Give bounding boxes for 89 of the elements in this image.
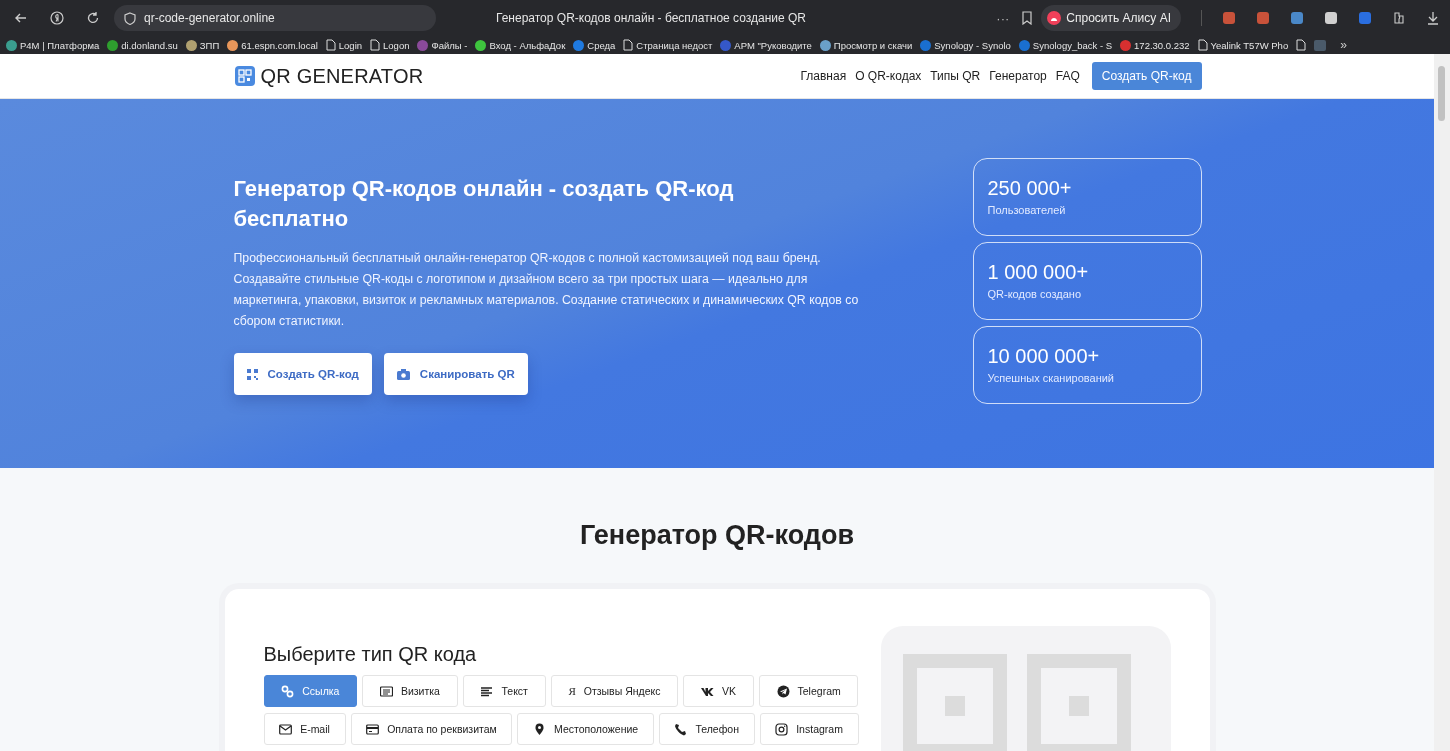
page-icon[interactable] [1296,39,1307,51]
id-card-icon [379,684,393,698]
bookmark[interactable]: 61.espn.com.local [227,39,318,51]
map-pin-icon [533,722,546,736]
stat-label: Успешных сканирований [987,372,1116,384]
reload-icon[interactable] [86,11,100,25]
ask-alice-button[interactable]: Спросить Алису AI [1041,5,1181,31]
more-bookmarks-button[interactable]: » [1340,38,1347,52]
qr-type-tab[interactable]: Telegram [758,675,859,707]
qr-type-tab[interactable]: Ссылка [263,675,358,707]
bookmark[interactable]: di.donland.su [107,39,178,51]
page-icon [325,39,336,51]
bookmark-label: Вход - АльфаДок [489,39,566,51]
hero-description: Профессиональный бесплатный онлайн-генератор QR-кодов с полной кастомизацией под ваш бренд. Создавайте стильные QR-коды с логотипом и дизайном всего за три простых шага — идеально для маркетинга, упаковки, визиток и рекламных материалов. Создание статических и динамических QR кодов со сбором статистики. [233,250,860,330]
hero-title: Генератор QR-кодов онлайн - создать QR-код бесплатно [233,175,735,233]
bookmark[interactable]: ЗПП [185,39,220,51]
qr-icon [246,368,258,380]
bookmark[interactable]: Login [325,39,363,51]
bookmark[interactable]: Среда [573,39,616,51]
page-title: Генератор QR-кодов онлайн - бесплатное создание QR [496,11,806,25]
nav-link[interactable]: Главная [800,69,847,83]
nav-link[interactable]: Типы QR [930,69,981,83]
address-bar[interactable]: qr-code-generator.online [114,5,436,31]
url-text: qr-code-generator.online [144,11,275,25]
bookmark-label: Synology - Synolo [934,39,1011,51]
bookmark[interactable]: АРМ "Руководите [720,39,812,51]
stat-label: QR-кодов создано [987,288,1083,300]
bookmark-label: Logon [383,39,410,51]
extension-icon[interactable] [1290,11,1304,25]
qr-type-tab[interactable]: Визитка [362,675,458,707]
shield-icon [124,11,136,25]
back-icon[interactable] [14,11,28,25]
qr-type-tab[interactable]: Я Отзывы Яндекс [550,675,679,707]
nav-link[interactable]: Генератор [989,69,1047,83]
credit-card-icon [366,722,380,736]
nav-link[interactable]: FAQ [1055,69,1080,83]
qr-type-tab[interactable]: E-mail [263,713,346,745]
qr-type-tab[interactable]: Телефон [658,713,755,745]
stat-label: Пользователей [987,204,1067,216]
page-icon [370,39,381,51]
bookmark-label: Среда [587,39,616,51]
telegram-icon [776,684,790,698]
stat-value: 10 000 000+ [987,345,1101,368]
logo-text[interactable]: QR GENERATOR [260,64,424,88]
phone-icon [674,722,688,736]
bookmark[interactable]: 172.30.0.232 [1120,39,1190,51]
scrollbar[interactable] [1434,54,1450,751]
section-heading: Генератор QR-кодов [578,520,856,551]
more-button[interactable]: ··· [996,10,1010,26]
bookmark-label: 172.30.0.232 [1134,39,1190,51]
camera-icon [396,368,410,380]
alice-icon [1047,11,1062,25]
scan-qr-button[interactable]: Сканировать QR [383,353,528,395]
create-qr-button[interactable]: Создать QR-код [1091,62,1202,90]
extensions-icon[interactable] [1392,11,1406,25]
bookmark-label: Login [338,39,363,51]
envelope-icon [279,722,293,736]
stat-value: 250 000+ [987,177,1073,200]
qr-type-tab[interactable]: Текст [462,675,546,707]
bookmark[interactable]: Вход - АльфаДок [475,39,566,51]
scrollbar-thumb[interactable] [1438,66,1445,121]
yandex-letter-icon: Я [568,685,576,697]
download-icon[interactable] [1426,11,1440,25]
qr-type-tab[interactable]: Местоположение [517,713,654,745]
create-qr-button[interactable]: Создать QR-код [233,353,372,395]
bookmark-label: Файлы - [431,39,468,51]
qr-type-tab[interactable]: Оплата по реквизитам [350,713,513,745]
bookmark[interactable]: Файлы - [417,39,468,51]
page-icon [623,39,634,51]
link-icon [281,684,295,698]
bookmark-label: 61.espn.com.local [241,39,318,51]
bookmark-label: ЗПП [199,39,220,51]
bookmark-label: di.donland.su [121,39,178,51]
text-lines-icon [480,684,494,698]
nav-link[interactable]: О QR-кодах [855,69,922,83]
yandex-icon[interactable] [50,11,64,25]
page-icon [1197,39,1208,51]
qr-type-tab[interactable]: VK [683,675,754,707]
type-heading: Выберите тип QR кода [263,643,478,666]
bookmark-label: АРМ "Руководите [734,39,812,51]
bookmark-icon[interactable] [1021,11,1034,25]
bookmark[interactable]: Synology - Synolo [920,39,1011,51]
alice-label: Спросить Алису AI [1066,11,1171,25]
qr-logo-icon[interactable] [234,66,255,86]
extension-icon[interactable] [1324,11,1338,25]
bookmark[interactable]: Logon [370,39,410,51]
instagram-icon [775,722,789,736]
stat-value: 1 000 000+ [987,261,1090,284]
qr-type-tab[interactable]: Instagram [759,713,859,745]
